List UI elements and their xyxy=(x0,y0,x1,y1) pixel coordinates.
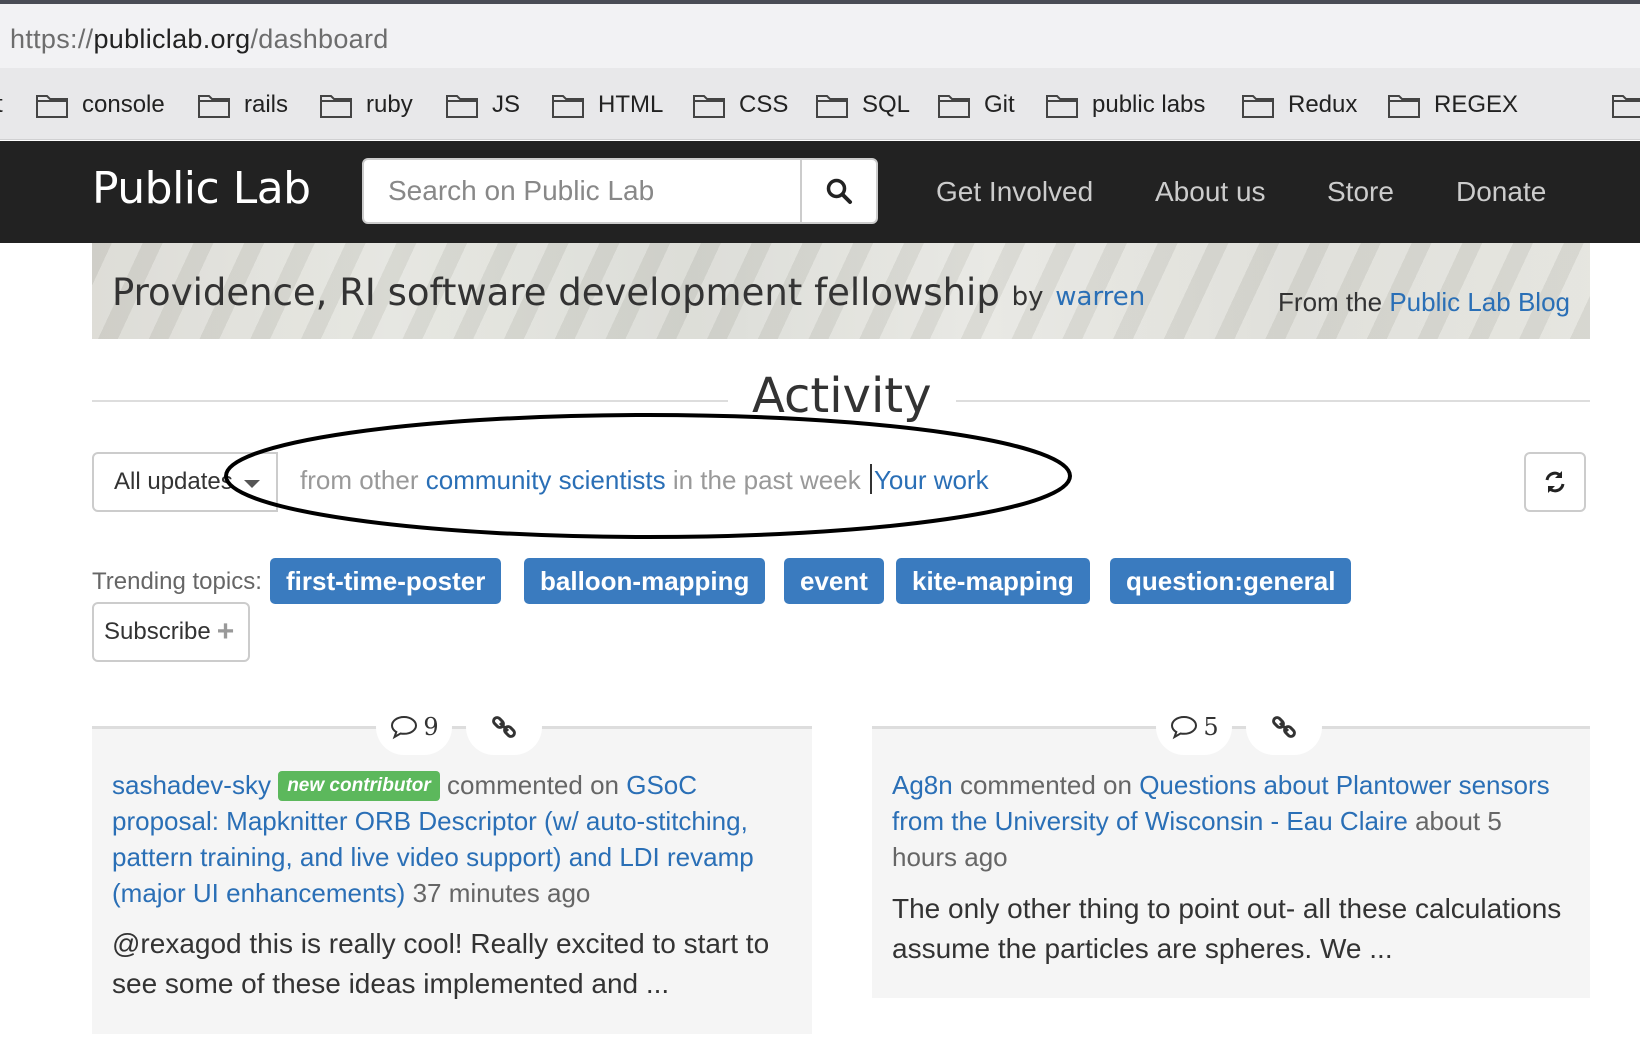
url-host: publiclab.org xyxy=(93,24,251,54)
trending-topics-label: Trending topics: xyxy=(92,568,262,595)
folder-icon xyxy=(36,95,68,118)
folder-icon xyxy=(816,95,848,118)
brand-logo[interactable]: Public Lab xyxy=(92,163,311,214)
search-button[interactable] xyxy=(800,160,876,222)
comment-icon xyxy=(391,715,418,740)
folder-icon xyxy=(693,95,725,118)
permalink-button[interactable] xyxy=(1246,699,1322,755)
new-contributor-badge: new contributor xyxy=(278,771,440,801)
comment-excerpt: The only other thing to point out- all t… xyxy=(892,893,1562,964)
comment-count[interactable]: 5 xyxy=(1156,699,1232,755)
bookmark-folder[interactable]: SQL xyxy=(816,90,910,120)
bookmark-folder[interactable]: HTML xyxy=(552,90,663,120)
bookmarks-bar: t console rails ruby JS HTML CSS SQL Git… xyxy=(0,68,1640,140)
folder-icon xyxy=(1242,95,1274,118)
subscribe-button[interactable]: Subscribe + xyxy=(92,602,250,662)
tag-first-time-poster[interactable]: first-time-poster xyxy=(270,558,502,604)
activity-card: 9 sashadev-sky new contributor commented… xyxy=(92,699,812,1034)
activity-filter-description: from other community scientists in the p… xyxy=(300,464,989,495)
url-protocol: https:// xyxy=(10,24,94,54)
card-headline: sashadev-sky new contributor commented o… xyxy=(112,770,754,908)
refresh-button[interactable] xyxy=(1524,452,1586,512)
bookmark-folder[interactable]: Redux xyxy=(1242,90,1357,120)
banner-from-label: From the xyxy=(1278,287,1383,317)
folder-icon xyxy=(552,95,584,118)
comment-count[interactable]: 9 xyxy=(376,699,452,755)
card-meta: 9 xyxy=(376,699,542,755)
bookmark-folder[interactable]: rails xyxy=(198,90,288,120)
activity-card: 5 Ag8n commented on Questions about Plan… xyxy=(872,699,1590,998)
folder-icon xyxy=(446,95,478,118)
user-link[interactable]: sashadev-sky xyxy=(112,770,271,800)
banner-source: From the Public Lab Blog xyxy=(1278,287,1570,318)
refresh-icon xyxy=(1545,471,1565,493)
address-bar[interactable]: https://publiclab.org/dashboard xyxy=(0,4,1640,68)
timestamp: 37 minutes ago xyxy=(412,878,591,908)
bookmark-folder-partial[interactable] xyxy=(1612,90,1640,120)
permalink-button[interactable] xyxy=(466,699,542,755)
nav-get-involved[interactable]: Get Involved xyxy=(936,176,1093,208)
nav-donate[interactable]: Donate xyxy=(1456,176,1546,208)
search-box xyxy=(362,158,878,224)
tag-question-general[interactable]: question:general xyxy=(1110,558,1352,604)
comment-icon xyxy=(1171,715,1198,740)
bookmark-folder[interactable]: CSS xyxy=(693,90,788,120)
url-path: /dashboard xyxy=(250,24,389,54)
folder-icon xyxy=(1046,95,1078,118)
url-text[interactable]: https://publiclab.org/dashboard xyxy=(10,24,389,55)
tag-kite-mapping[interactable]: kite-mapping xyxy=(896,558,1090,604)
updates-filter-dropdown[interactable]: All updates xyxy=(92,452,278,512)
bookmark-partial[interactable]: t xyxy=(0,90,3,120)
banner-headline: Providence, RI software development fell… xyxy=(112,271,1145,314)
comment-excerpt: @rexagod this is really cool! Really exc… xyxy=(112,928,770,999)
bookmark-folder[interactable]: console xyxy=(36,90,165,120)
user-link[interactable]: Ag8n xyxy=(892,770,953,800)
link-icon xyxy=(492,716,516,738)
blog-banner: Providence, RI software development fell… xyxy=(92,243,1590,339)
banner-author-link[interactable]: warren xyxy=(1055,282,1145,312)
bookmark-folder[interactable]: public labs xyxy=(1046,90,1205,120)
dropdown-value: All updates xyxy=(114,468,233,495)
bookmark-folder[interactable]: JS xyxy=(446,90,520,120)
banner-by: by xyxy=(1011,282,1044,312)
search-input[interactable] xyxy=(364,160,801,222)
divider xyxy=(956,400,1590,402)
folder-icon xyxy=(1388,95,1420,118)
community-scientists-link[interactable]: community scientists xyxy=(426,465,666,495)
tag-balloon-mapping[interactable]: balloon-mapping xyxy=(524,558,766,604)
bookmark-folder[interactable]: REGEX xyxy=(1388,90,1518,120)
divider xyxy=(92,400,728,402)
card-headline: Ag8n commented on Questions about Planto… xyxy=(892,770,1550,872)
nav-about-us[interactable]: About us xyxy=(1155,176,1266,208)
bookmark-folder[interactable]: Git xyxy=(938,90,1015,120)
caret-down-icon xyxy=(244,480,260,488)
card-meta: 5 xyxy=(1156,699,1322,755)
site-navbar: Public Lab Get Involved About us Store D… xyxy=(0,141,1640,243)
your-work-link[interactable]: Your work xyxy=(874,465,989,495)
plus-icon: + xyxy=(216,615,235,648)
folder-icon xyxy=(1612,95,1640,118)
search-icon xyxy=(826,178,853,204)
bookmark-folder[interactable]: ruby xyxy=(320,90,413,120)
folder-icon xyxy=(198,95,230,118)
tag-event[interactable]: event xyxy=(784,558,884,604)
link-icon xyxy=(1272,716,1296,738)
nav-store[interactable]: Store xyxy=(1327,176,1394,208)
activity-heading: Activity xyxy=(752,368,932,424)
folder-icon xyxy=(938,95,970,118)
folder-icon xyxy=(320,95,352,118)
text-cursor xyxy=(869,464,872,494)
blog-link[interactable]: Public Lab Blog xyxy=(1389,287,1570,317)
banner-title-link[interactable]: Providence, RI software development fell… xyxy=(112,271,1000,314)
